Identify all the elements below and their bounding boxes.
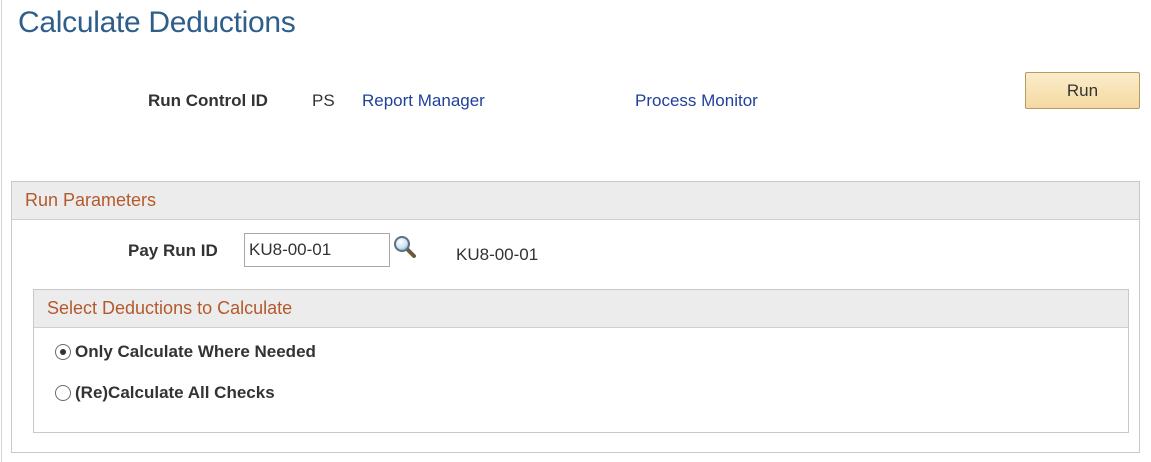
radio-button-unselected[interactable] (55, 385, 71, 401)
page-title: Calculate Deductions (18, 6, 296, 39)
radio-dot (60, 349, 66, 355)
run-control-id-label: Run Control ID (148, 91, 268, 110)
run-control-id-value: PS (312, 91, 335, 110)
run-parameters-title: Run Parameters (25, 190, 157, 210)
report-manager-link[interactable]: Report Manager (362, 91, 485, 111)
radio-button-selected[interactable] (55, 344, 71, 360)
pay-run-id-description: KU8-00-01 (456, 245, 539, 264)
pay-run-id-label: Pay Run ID (128, 241, 218, 260)
radio-label: (Re)Calculate All Checks (75, 383, 275, 402)
run-parameters-header: Run Parameters (12, 182, 1139, 220)
process-monitor-link[interactable]: Process Monitor (635, 91, 758, 111)
magnifying-glass-icon[interactable] (393, 235, 417, 259)
pay-run-id-input[interactable] (244, 233, 390, 267)
radio-label: Only Calculate Where Needed (75, 342, 316, 361)
select-deductions-header: Select Deductions to Calculate (34, 290, 1128, 328)
select-deductions-title: Select Deductions to Calculate (47, 298, 293, 318)
page-left-border (1, 0, 2, 462)
run-button[interactable]: Run (1025, 72, 1140, 109)
